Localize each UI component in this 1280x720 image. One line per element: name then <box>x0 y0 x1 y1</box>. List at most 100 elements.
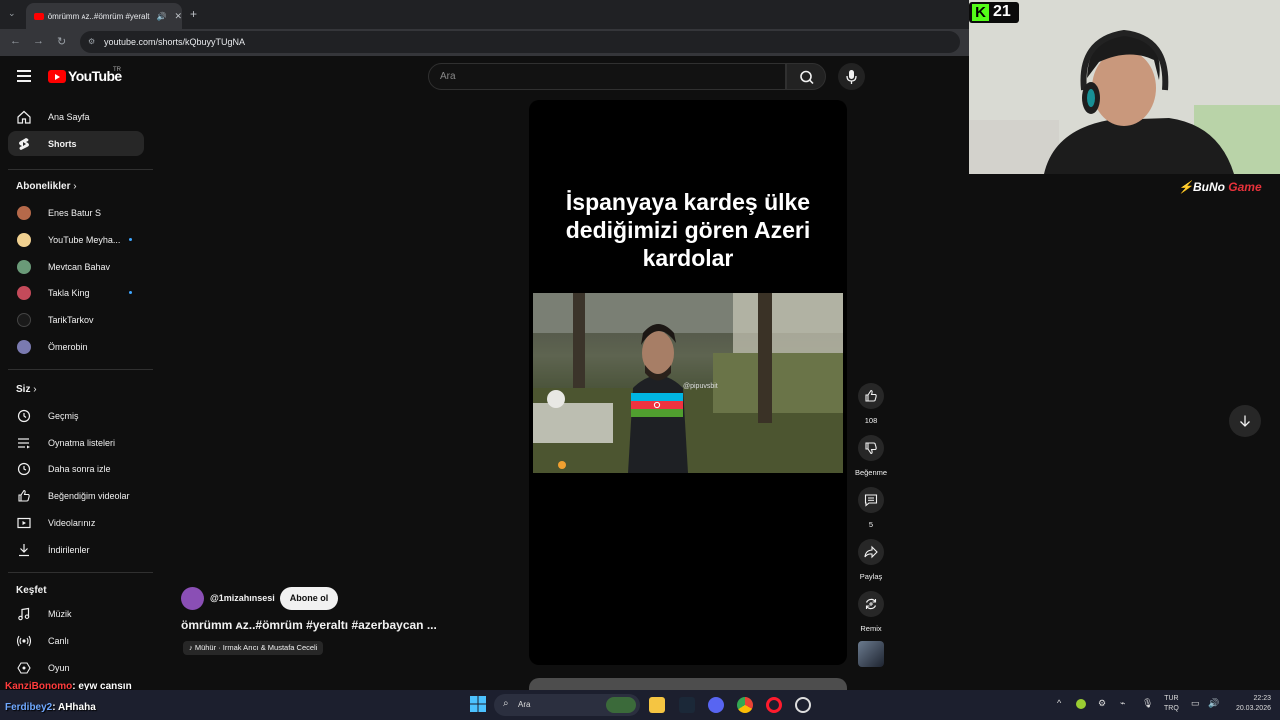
region-code: TR <box>113 67 121 73</box>
reload-icon[interactable]: ↻ <box>57 35 66 48</box>
streamer-logo: ⚡BuNo Game <box>1178 180 1262 194</box>
tray-settings-icon[interactable]: ⚙ <box>1098 698 1106 709</box>
sidebar-item-music[interactable]: Müzik <box>8 601 144 626</box>
sidebar-item-label: Beğendiğim videolar <box>48 490 130 501</box>
subscribe-button[interactable]: Abone ol <box>280 587 338 610</box>
divider <box>8 369 153 370</box>
shorts-player[interactable]: İspanyaya kardeş ülke dediğimizi gören A… <box>529 100 847 665</box>
file-explorer-icon[interactable] <box>649 697 665 713</box>
url-field[interactable]: youtube.com/shorts/kQbuyyTUgNA <box>80 31 960 53</box>
discord-icon[interactable] <box>708 697 724 713</box>
sidebar-item-watch-later[interactable]: Daha sonra izle <box>8 456 144 481</box>
sidebar-item-liked-videos[interactable]: Beğendiğim videolar <box>8 483 144 508</box>
browser-tab[interactable]: ömrümm ᴀᴢ..#ömrüm #yeralt 🔊 ✕ <box>26 3 182 29</box>
video-frame: @pipuvsbit <box>533 293 843 473</box>
sidebar-item-subscription[interactable]: Ömerobin <box>8 334 144 359</box>
viewer-count: 21 <box>993 3 1011 20</box>
video-watermark: @pipuvsbit <box>683 383 718 390</box>
voice-search-button[interactable] <box>838 63 865 90</box>
thumbs-up-icon <box>865 389 877 402</box>
sidebar-item-downloads[interactable]: İndirilenler <box>8 537 144 562</box>
network-icon[interactable]: ⌁ <box>1120 698 1125 709</box>
sidebar-item-your-videos[interactable]: Videolarınız <box>8 510 144 535</box>
explore-header: Keşfet <box>16 585 47 596</box>
live-icon <box>16 634 32 648</box>
opera-icon[interactable] <box>766 697 782 713</box>
sidebar-item-label: YouTube Meyha... <box>48 234 121 245</box>
forward-icon[interactable]: → <box>33 35 44 47</box>
mic-tray-icon[interactable]: 🎙 <box>1142 698 1153 709</box>
chat-message: Ferdibey2: AHhaha <box>5 702 96 713</box>
input-language[interactable]: TUR TRQ <box>1164 694 1179 714</box>
chat-text: : AHhaha <box>52 702 96 713</box>
sidebar-item-label: TarikTarkov <box>48 314 94 325</box>
clock[interactable]: 22:23 20.03.2026 <box>1229 694 1271 714</box>
next-short-button[interactable] <box>1229 405 1261 437</box>
new-tab-icon[interactable]: + <box>190 7 197 21</box>
arrow-down-icon <box>1240 415 1250 427</box>
search-highlight-icon[interactable] <box>606 697 636 713</box>
remix-label: Remix <box>860 624 882 633</box>
channel-name[interactable]: @1mizahınsesi <box>210 593 275 603</box>
dislike-button[interactable] <box>858 435 884 461</box>
sidebar-item-history[interactable]: Geçmiş <box>8 403 144 428</box>
short-title[interactable]: ömrümm ᴀᴢ..#ömrüm #yeraltı #azerbaycan .… <box>181 618 437 632</box>
music-note-icon: ♪ <box>189 643 193 652</box>
sidebar-item-label: Oyun <box>48 662 70 673</box>
sidebar-item-playlists[interactable]: Oynatma listeleri <box>8 430 144 455</box>
tab-list-chevron-icon[interactable]: ⌄ <box>8 8 16 19</box>
share-icon <box>864 545 878 559</box>
like-count: 108 <box>864 416 878 425</box>
youtube-logo-icon[interactable] <box>48 70 66 83</box>
back-icon[interactable]: ← <box>10 35 21 47</box>
share-button[interactable] <box>858 539 884 565</box>
sidebar-item-subscription[interactable]: Takla King <box>8 280 144 305</box>
search-icon: ⌕ <box>503 698 509 709</box>
sidebar-item-label: İndirilenler <box>48 544 90 555</box>
channel-avatar <box>17 339 31 354</box>
history-icon <box>16 409 32 423</box>
sidebar-item-label: Takla King <box>48 287 90 298</box>
display-icon[interactable]: ▭ <box>1191 698 1200 709</box>
channel-avatar[interactable] <box>181 587 204 610</box>
sidebar-item-subscription[interactable]: YouTube Meyha... <box>8 227 144 252</box>
search-button[interactable] <box>786 63 826 90</box>
sidebar-item-home[interactable]: Ana Sayfa <box>8 104 144 129</box>
gaming-icon <box>16 661 32 675</box>
sidebar-item-label: Müzik <box>48 608 72 619</box>
sidebar-item-gaming[interactable]: Oyun <box>8 655 144 680</box>
sound-thumbnail[interactable] <box>858 641 884 667</box>
home-icon <box>16 110 32 124</box>
remix-button[interactable] <box>858 591 884 617</box>
you-header[interactable]: Siz › <box>16 384 37 395</box>
volume-icon[interactable]: 🔊 <box>1208 698 1219 709</box>
like-button[interactable] <box>858 383 884 409</box>
sidebar-item-subscription[interactable]: Enes Batur S <box>8 200 144 225</box>
sidebar-item-shorts[interactable]: Shorts <box>8 131 144 156</box>
subscriptions-header[interactable]: Abonelikler › <box>16 181 77 192</box>
windows-start-icon[interactable] <box>470 696 486 712</box>
music-chip[interactable]: ♪ Mühür · Irmak Arıcı & Mustafa Ceceli <box>183 641 324 655</box>
audio-icon[interactable]: 🔊 <box>156 12 166 21</box>
tab-close-icon[interactable]: ✕ <box>174 11 182 22</box>
app-icon[interactable] <box>795 697 811 713</box>
sidebar-item-subscription[interactable]: TarikTarkov <box>8 307 144 332</box>
menu-icon[interactable] <box>17 70 31 85</box>
tray-chevron-icon[interactable]: ^ <box>1057 698 1061 708</box>
chrome-icon[interactable] <box>737 697 753 713</box>
sidebar-item-subscription[interactable]: Mevtcan Bahav <box>8 254 144 279</box>
sidebar-item-live[interactable]: Canlı <box>8 628 144 653</box>
steam-icon[interactable] <box>679 697 695 713</box>
tray-app-icon[interactable] <box>1076 699 1086 709</box>
share-label: Paylaş <box>859 572 883 581</box>
music-icon <box>16 607 32 621</box>
webcam-feed <box>969 0 1280 174</box>
comments-button[interactable] <box>858 487 884 513</box>
watch-later-icon <box>16 462 32 476</box>
search-input[interactable]: Ara <box>428 63 786 90</box>
dislike-label: Beğenme <box>854 468 888 477</box>
windows-taskbar <box>0 690 1280 720</box>
next-short-preview[interactable] <box>529 678 847 690</box>
site-info-icon[interactable]: ⚙ <box>88 37 95 46</box>
channel-avatar <box>17 259 31 274</box>
